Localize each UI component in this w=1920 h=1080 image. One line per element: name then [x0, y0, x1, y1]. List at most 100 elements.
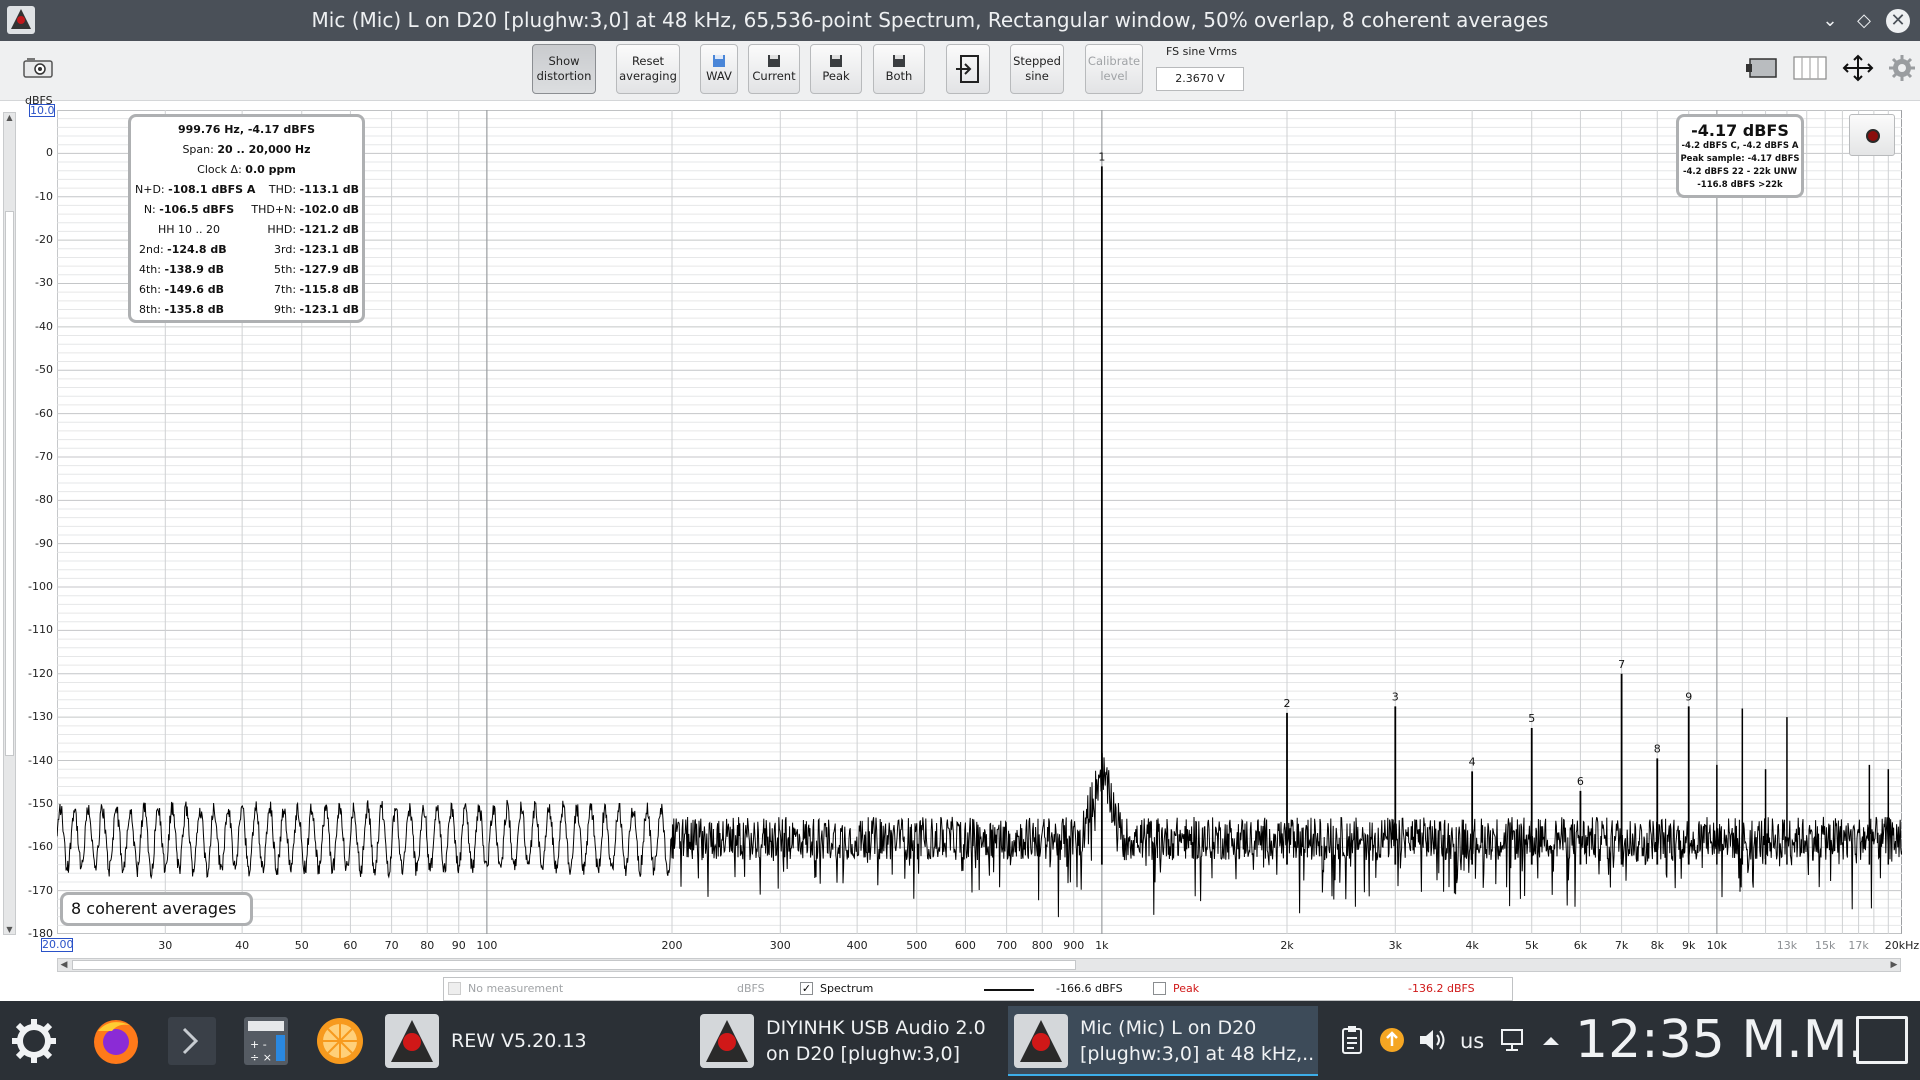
clock[interactable]: 12:35 M.M.: [1575, 1007, 1864, 1073]
clock-label: Clock Δ:: [197, 163, 242, 176]
orange-app-icon[interactable]: [314, 1015, 366, 1067]
save-peak-button[interactable]: Peak: [810, 44, 862, 94]
rew-app-icon: [700, 1014, 754, 1068]
nd-value: -108.1 dBFS A: [168, 183, 256, 196]
scroll-right-icon[interactable]: ▶: [1888, 959, 1900, 971]
h4-label: 4th:: [139, 263, 161, 276]
import-icon: [956, 55, 979, 83]
hhd-value: -121.2 dB: [299, 223, 359, 236]
x-tick-label: 70: [384, 939, 399, 952]
distortion-header: 999.76 Hz, -4.17 dBFS: [177, 123, 316, 136]
spectrum-value: -166.6 dBFS: [1056, 982, 1123, 995]
task-label-line: REW V5.20.13: [451, 1030, 587, 1052]
stepped-sine-button[interactable]: Stepped sine: [1010, 44, 1064, 94]
h2-row: 2nd: -124.8 dB: [139, 242, 227, 258]
fit-axes-icon[interactable]: [1840, 54, 1876, 82]
peak-checkbox[interactable]: [1153, 982, 1166, 995]
button-label: Both: [885, 68, 913, 83]
camera-icon[interactable]: [22, 55, 54, 79]
chevron-up-icon[interactable]: [1541, 1031, 1561, 1051]
calibrate-level-button[interactable]: Calibrate level: [1085, 44, 1143, 94]
x-tick-label: 4k: [1465, 939, 1479, 952]
y-tick-label: -170: [28, 883, 53, 897]
spectrum-checkbox[interactable]: ✓: [800, 982, 813, 995]
update-icon[interactable]: [1379, 1027, 1405, 1053]
h9-label: 9th:: [274, 303, 297, 316]
x-tick-label: 8k: [1650, 939, 1664, 952]
rew-app-icon: [385, 1014, 439, 1068]
reset-averaging-button[interactable]: Reset averaging: [616, 44, 680, 94]
firefox-icon[interactable]: [90, 1015, 142, 1067]
y-tick-label: -140: [28, 753, 53, 767]
button-label: Current: [752, 68, 796, 83]
h6-row: 6th: -149.6 dB: [139, 282, 224, 298]
y-tick-label: -30: [35, 276, 53, 290]
x-tick-label: 9k: [1682, 939, 1696, 952]
span-row: Span: 20 .. 20,000 Hz: [131, 142, 362, 158]
task-label-line: [plughw:3,0] at 48 kHz,...: [1080, 1043, 1314, 1065]
button-label: WAV: [706, 68, 732, 83]
x-tick-label: 17k: [1848, 939, 1869, 952]
terminal-icon[interactable]: [166, 1015, 218, 1067]
harmonic-label: 8: [1654, 742, 1661, 755]
span-label: Span:: [182, 143, 214, 156]
y-tick-label: -70: [35, 449, 53, 463]
x-tick-label: 200: [661, 939, 683, 952]
y-max-field[interactable]: 10.0: [29, 104, 55, 117]
show-distortion-button[interactable]: Show distortion: [532, 44, 596, 94]
button-label: sine: [1025, 69, 1049, 83]
y-tick-label: -150: [28, 796, 53, 810]
graph-layout-icon[interactable]: [1744, 54, 1780, 82]
h4-value: -138.9 dB: [164, 263, 224, 276]
h5-label: 5th:: [274, 263, 297, 276]
harmonic-label: 9: [1685, 690, 1692, 703]
rew-app-icon: [7, 6, 35, 34]
harmonic-label: 2: [1284, 697, 1291, 710]
x-tick-label: 100: [476, 939, 498, 952]
save-both-button[interactable]: Both: [873, 44, 925, 94]
task-rew[interactable]: REW V5.20.13: [379, 1006, 689, 1076]
scroll-left-icon[interactable]: ◀: [58, 959, 70, 971]
button-label: Stepped: [1013, 54, 1061, 68]
save-wav-button[interactable]: WAV: [700, 44, 738, 94]
scroll-up-icon[interactable]: ▲: [4, 113, 15, 122]
y-tick-label: -160: [28, 840, 53, 854]
close-icon[interactable]: ✕: [1886, 9, 1910, 33]
harmonic-label: 4: [1469, 755, 1476, 768]
import-button[interactable]: [946, 44, 990, 94]
x-min-field[interactable]: 20.00: [41, 938, 74, 952]
legend-bar: No measurement dBFS ✓ Spectrum -166.6 dB…: [443, 977, 1513, 1001]
maximize-icon[interactable]: ◇: [1852, 9, 1876, 33]
columns-icon[interactable]: [1792, 54, 1828, 82]
task-spectrum-window[interactable]: Mic (Mic) L on D20 [plughw:3,0] at 48 kH…: [1008, 1006, 1318, 1076]
x-tick-label: 10k: [1706, 939, 1728, 952]
hh-label: HH 10 .. 20: [157, 223, 221, 236]
task-usb-audio[interactable]: DIYINHK USB Audio 2.0 on D20 [plughw:3,0…: [694, 1006, 1004, 1076]
clipboard-icon[interactable]: [1340, 1025, 1364, 1055]
level-line: -4.2 dBFS C, -4.2 dBFS A: [1681, 141, 1799, 151]
show-desktop-button[interactable]: [1856, 1016, 1908, 1064]
gear-icon[interactable]: [1888, 54, 1916, 82]
harmonic-label: 6: [1577, 775, 1584, 788]
x-tick-label: 6k: [1573, 939, 1588, 952]
harmonic-label: 5: [1528, 712, 1535, 725]
horizontal-scrollbar[interactable]: ◀ ▶: [57, 958, 1901, 972]
fs-sine-input[interactable]: 2.3670 V: [1156, 67, 1244, 91]
application-launcher-icon[interactable]: [8, 1015, 60, 1067]
task-label-line: DIYINHK USB Audio 2.0: [766, 1017, 986, 1039]
minimize-icon[interactable]: ⌄: [1818, 9, 1842, 33]
network-icon[interactable]: [1500, 1027, 1528, 1053]
horizontal-scroll-thumb[interactable]: [72, 960, 1076, 970]
calculator-icon[interactable]: + - ÷ ×: [240, 1015, 292, 1067]
keyboard-layout[interactable]: us: [1460, 1029, 1484, 1053]
x-tick-label: 1k: [1095, 939, 1109, 952]
save-current-button[interactable]: Current: [748, 44, 800, 94]
averages-badge: 8 coherent averages: [60, 892, 253, 926]
spectrum-line-swatch: [984, 989, 1034, 991]
volume-icon[interactable]: [1418, 1027, 1446, 1053]
x-tick-label: 400: [846, 939, 868, 952]
record-button[interactable]: [1849, 114, 1895, 156]
fs-sine-label: FS sine Vrms: [1166, 45, 1237, 58]
save-icon: [713, 54, 725, 67]
task-label: REW V5.20.13: [451, 1006, 685, 1076]
